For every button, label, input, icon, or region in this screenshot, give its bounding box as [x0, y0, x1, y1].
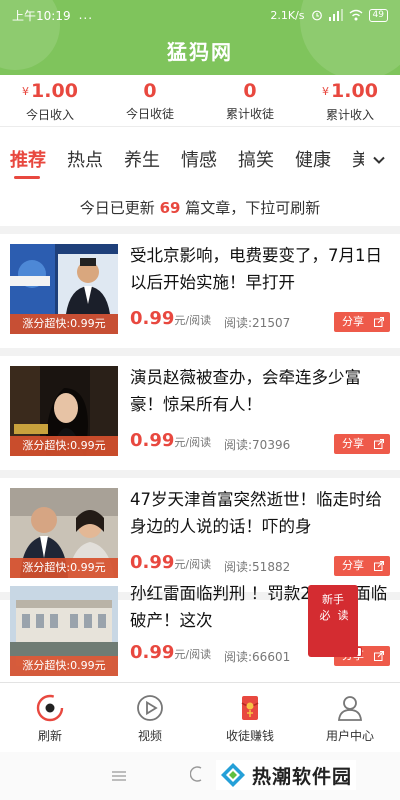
- status-time: 上午10:19: [12, 8, 71, 23]
- tab-health[interactable]: 健康: [295, 146, 331, 172]
- stat-label: 累计收徒: [225, 107, 274, 121]
- stat-label: 今日收入: [25, 108, 74, 122]
- divider: [0, 470, 400, 478]
- active-tab-indicator: [14, 176, 40, 179]
- more-tabs-button[interactable]: [364, 146, 394, 174]
- red-envelope-icon: [241, 696, 259, 720]
- tab-recommend[interactable]: 推荐: [10, 146, 46, 172]
- network-speed: 2.1K/s: [270, 8, 305, 22]
- article-badge: 涨分超快:0.99元: [10, 436, 118, 456]
- alarm-icon: [311, 10, 322, 21]
- wifi-icon: [349, 9, 362, 21]
- share-button[interactable]: 分享: [334, 312, 390, 332]
- home-button-icon[interactable]: [190, 766, 204, 782]
- status-right: 2.1K/s 49: [270, 8, 388, 22]
- app-header: 上午10:19 ... 2.1K/s 49 猛犸网: [0, 0, 400, 75]
- status-bar: 上午10:19 ... 2.1K/s 49: [12, 6, 388, 24]
- price-unit: 元/阅读: [174, 314, 212, 327]
- user-icon: [338, 696, 362, 721]
- refresh-icon: [36, 694, 64, 722]
- stat-label: 累计收入: [325, 108, 374, 122]
- stat-today-apprentices[interactable]: 0 今日收徒: [100, 75, 200, 126]
- article-badge: 涨分超快:0.99元: [10, 656, 118, 676]
- menu-icon[interactable]: [112, 771, 126, 781]
- article-price: 0.99元/阅读: [130, 308, 211, 329]
- share-label: 分享: [342, 315, 364, 328]
- stat-total-apprentices[interactable]: 0 累计收徒: [200, 75, 300, 126]
- app-title: 猛犸网: [167, 40, 233, 64]
- article-thumbnail: 涨分超快:0.99元: [10, 586, 118, 676]
- watermark-text: 热潮软件园: [252, 765, 353, 788]
- price-value: 0.99: [130, 308, 175, 329]
- article-headline[interactable]: 47岁天津首富突然逝世！临走时给身边的人说的话！吓的身: [130, 486, 392, 540]
- battery-indicator: 49: [368, 8, 388, 22]
- stat-value: 1.00: [31, 80, 78, 102]
- share-icon: [374, 651, 384, 661]
- currency-symbol: ¥: [22, 85, 30, 98]
- sticker-line2: 必: [319, 609, 331, 622]
- stat-value: 0: [143, 80, 157, 102]
- article-reads: 阅读:21507: [224, 316, 291, 330]
- chevron-down-icon: [373, 156, 385, 164]
- signal-icon: [328, 9, 343, 21]
- nav-video[interactable]: 视频: [100, 683, 200, 752]
- share-icon: [374, 439, 384, 449]
- price-unit: 元/阅读: [174, 436, 212, 449]
- play-icon: [137, 695, 163, 721]
- update-notice: 今日已更新 69 篇文章，下拉可刷新: [0, 193, 400, 223]
- notice-count: 69: [159, 199, 181, 217]
- nav-label: 刷新: [37, 729, 62, 743]
- nav-refresh[interactable]: 刷新: [0, 683, 100, 752]
- nav-recruit-earn[interactable]: 收徒赚钱: [200, 683, 300, 752]
- article-price: 0.99元/阅读: [130, 642, 211, 663]
- sticker-line1: 新手: [322, 593, 344, 606]
- currency-symbol: ¥: [322, 85, 330, 98]
- status-dots: ...: [78, 8, 94, 22]
- bottom-nav: 刷新 视频 收徒赚钱 用户中心: [0, 682, 400, 752]
- divider: [0, 348, 400, 356]
- share-label: 分享: [342, 437, 364, 450]
- stat-value: 0: [243, 80, 257, 102]
- nav-user-center[interactable]: 用户中心: [300, 683, 400, 752]
- article-reads: 阅读:66601: [224, 650, 291, 664]
- article-reads: 阅读:70396: [224, 438, 291, 452]
- price-value: 0.99: [130, 430, 175, 451]
- tab-emotion[interactable]: 情感: [181, 146, 217, 172]
- nav-label: 视频: [137, 729, 162, 743]
- diamond-logo-icon: [221, 763, 245, 787]
- notice-prefix: 今日已更新: [79, 199, 155, 217]
- article-item[interactable]: 涨分超快:0.99元 演员赵薇被查办，会牵连多少富豪！惊呆所有人！ 0.99元/…: [0, 356, 400, 472]
- nav-label: 收徒赚钱: [225, 729, 274, 743]
- article-badge: 涨分超快:0.99元: [10, 314, 118, 334]
- tab-funny[interactable]: 搞笑: [238, 146, 274, 172]
- stat-value: 1.00: [331, 80, 378, 102]
- sticker-line3: 读: [337, 609, 349, 622]
- stat-total-income[interactable]: ¥1.00 累计收入: [300, 75, 400, 126]
- stat-today-income[interactable]: ¥1.00 今日收入: [0, 75, 100, 126]
- category-tabs: 推荐 热点 养生 情感 搞笑 健康 美: [0, 138, 400, 182]
- article-thumbnail: 涨分超快:0.99元: [10, 488, 118, 578]
- price-unit: 元/阅读: [174, 648, 212, 661]
- watermark-logo: 热潮软件园: [216, 760, 357, 790]
- nav-label: 用户中心: [325, 729, 374, 743]
- article-item[interactable]: 涨分超快:0.99元 受北京影响，电费要变了，7月1日以后开始实施！早打开 0.…: [0, 234, 400, 350]
- newbie-guide-sticker[interactable]: 新手 必 读: [308, 585, 362, 665]
- article-thumbnail: 涨分超快:0.99元: [10, 366, 118, 456]
- article-price: 0.99元/阅读: [130, 430, 211, 451]
- tab-hot[interactable]: 热点: [67, 146, 103, 172]
- earnings-stats: ¥1.00 今日收入 0 今日收徒 0 累计收徒 ¥1.00 累计收入: [0, 75, 400, 127]
- stat-label: 今日收徒: [125, 107, 174, 121]
- tab-health-care[interactable]: 养生: [124, 146, 160, 172]
- share-icon: [374, 317, 384, 327]
- article-headline[interactable]: 演员赵薇被查办，会牵连多少富豪！惊呆所有人！: [130, 364, 392, 418]
- notice-suffix: 篇文章，下拉可刷新: [185, 199, 321, 217]
- divider: [0, 226, 400, 234]
- share-button[interactable]: 分享: [334, 434, 390, 454]
- article-headline[interactable]: 受北京影响，电费要变了，7月1日以后开始实施！早打开: [130, 242, 392, 296]
- article-thumbnail: 涨分超快:0.99元: [10, 244, 118, 334]
- price-value: 0.99: [130, 642, 175, 663]
